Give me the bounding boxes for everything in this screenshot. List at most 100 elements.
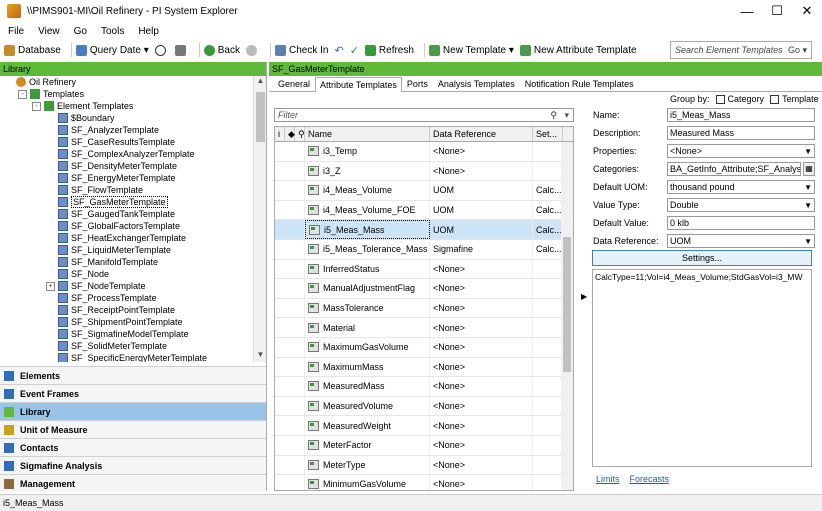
name-cell[interactable]: ManualAdjustmentFlag xyxy=(305,279,430,298)
settings-cell[interactable] xyxy=(533,279,563,298)
table-row[interactable]: MassTolerance <None> xyxy=(275,298,573,319)
tree-item[interactable]: SF_GasMeterTemplate xyxy=(0,196,253,208)
data-reference-cell[interactable]: <None> xyxy=(430,279,533,298)
data-reference-cell[interactable]: Sigmafine xyxy=(430,239,533,259)
tree-item[interactable]: SF_SpecificEnergyMeterTemplate xyxy=(0,352,253,362)
name-cell[interactable]: MeasuredWeight xyxy=(305,416,430,435)
table-row[interactable]: InferredStatus <None> xyxy=(275,259,573,280)
database-button[interactable]: Database xyxy=(4,44,61,56)
tree-item[interactable]: + SF_NodeTemplate xyxy=(0,280,253,292)
undo-button[interactable]: ↶ xyxy=(334,44,343,57)
name-cell[interactable]: i4_Meas_Volume xyxy=(305,181,430,200)
settings-cell[interactable] xyxy=(533,142,563,161)
tab-general[interactable]: General xyxy=(273,76,315,91)
settings-cell[interactable]: Calc... xyxy=(533,200,563,220)
maximize-button[interactable]: ☐ xyxy=(762,0,792,22)
limits-link[interactable]: Limits xyxy=(596,474,620,484)
default-uom-dropdown[interactable]: thousand pound ▼ xyxy=(667,180,815,194)
settings-cell[interactable]: Calc... xyxy=(533,239,563,259)
settings-cell[interactable] xyxy=(533,259,563,279)
splitter-collapse-icon[interactable]: ▶ xyxy=(581,292,587,301)
name-cell[interactable]: i3_Z xyxy=(305,161,430,181)
tree-item[interactable]: Oil Refinery xyxy=(0,76,253,88)
nav-uom[interactable]: Unit of Measure xyxy=(0,420,266,438)
tree-item[interactable]: SF_AnalyzerTemplate xyxy=(0,124,253,136)
close-button[interactable]: ✕ xyxy=(792,0,822,22)
filter-input[interactable]: Filter ⚲ ▾ xyxy=(274,108,574,122)
info-column-header[interactable]: i xyxy=(275,127,285,141)
name-column-header[interactable]: Name xyxy=(305,127,430,141)
data-reference-cell[interactable]: <None> xyxy=(430,161,533,181)
menu-tools[interactable]: Tools xyxy=(101,26,124,37)
nav-contacts[interactable]: Contacts xyxy=(0,438,266,456)
menu-help[interactable]: Help xyxy=(138,26,159,37)
settings-cell[interactable]: Calc... xyxy=(533,181,563,200)
config-string-box[interactable]: CalcType=11;Vol=i4_Meas_Volume;StdGasVol… xyxy=(592,269,812,467)
sort-column-header[interactable]: ◆ xyxy=(285,127,295,141)
settings-cell[interactable] xyxy=(533,396,563,416)
tab-ports[interactable]: Ports xyxy=(402,76,433,91)
name-cell[interactable]: MeterFactor xyxy=(305,435,430,455)
tab-analysis-templates[interactable]: Analysis Templates xyxy=(433,76,520,91)
name-cell[interactable]: MinimumGasVolume xyxy=(305,475,430,490)
description-field[interactable]: Measured Mass xyxy=(667,126,815,140)
menu-go[interactable]: Go xyxy=(74,26,87,37)
table-row[interactable]: MaximumMass <None> xyxy=(275,357,573,378)
name-cell[interactable]: MeasuredVolume xyxy=(305,396,430,416)
table-row[interactable]: i5_Meas_Mass UOM Calc... xyxy=(275,220,573,240)
data-reference-cell[interactable]: UOM xyxy=(430,220,533,239)
check-in-button[interactable]: Check In xyxy=(275,44,328,56)
name-field[interactable]: i5_Meas_Mass xyxy=(667,108,815,122)
nav-event-frames[interactable]: Event Frames xyxy=(0,384,266,402)
settings-column-header[interactable]: Set... xyxy=(533,127,563,141)
name-cell[interactable]: MeterType xyxy=(305,455,430,475)
grid-scrollbar[interactable] xyxy=(561,142,573,490)
data-reference-cell[interactable]: <None> xyxy=(430,337,533,357)
name-cell[interactable]: MaximumGasVolume xyxy=(305,337,430,357)
settings-button[interactable]: Settings... xyxy=(592,250,812,266)
tree-item[interactable]: SF_ProcessTemplate xyxy=(0,292,253,304)
data-reference-cell[interactable]: <None> xyxy=(430,455,533,475)
settings-cell[interactable] xyxy=(533,298,563,318)
data-reference-cell[interactable]: UOM xyxy=(430,200,533,220)
tree-item[interactable]: SF_EnergyMeterTemplate xyxy=(0,172,253,184)
nav-elements[interactable]: Elements xyxy=(0,366,266,384)
data-reference-cell[interactable]: <None> xyxy=(430,377,533,396)
table-row[interactable]: MaximumGasVolume <None> xyxy=(275,337,573,358)
minimize-button[interactable]: — xyxy=(732,0,762,22)
table-row[interactable]: i5_Meas_Tolerance_Mass Sigmafine Calc... xyxy=(275,239,573,260)
new-template-button[interactable]: New Template ▾ xyxy=(428,44,514,56)
tree-item[interactable]: SF_ManifoldTemplate xyxy=(0,256,253,268)
table-row[interactable]: MeasuredMass <None> xyxy=(275,377,573,397)
tree-item[interactable]: SF_FlowTemplate xyxy=(0,184,253,196)
expand-icon[interactable]: + xyxy=(46,281,55,291)
name-cell[interactable]: MaximumMass xyxy=(305,357,430,377)
tab-attribute-templates[interactable]: Attribute Templates xyxy=(315,77,402,92)
properties-dropdown[interactable]: <None> ▼ xyxy=(667,144,815,158)
table-row[interactable]: MeterFactor <None> xyxy=(275,435,573,456)
data-reference-cell[interactable]: UOM xyxy=(430,181,533,200)
table-row[interactable]: MinimumGasVolume <None> xyxy=(275,475,573,490)
key-column-header[interactable]: ⚲ xyxy=(295,127,305,141)
tab-notification-rule-templates[interactable]: Notification Rule Templates xyxy=(520,76,639,91)
back-button[interactable]: Back xyxy=(203,44,240,56)
tree-item[interactable]: SF_GlobalFactorsTemplate xyxy=(0,220,253,232)
settings-cell[interactable] xyxy=(533,357,563,377)
data-reference-cell[interactable]: <None> xyxy=(430,318,533,337)
tree-item[interactable]: SF_ShipmentPointTemplate xyxy=(0,316,253,328)
forecasts-link[interactable]: Forecasts xyxy=(630,474,670,484)
query-date-button[interactable]: Query Date ▾ xyxy=(75,44,149,56)
tree-item[interactable]: SF_SigmafineModelTemplate xyxy=(0,328,253,340)
grid-scroll-thumb[interactable] xyxy=(563,237,571,372)
table-row[interactable]: i4_Meas_Volume UOM Calc... xyxy=(275,181,573,201)
forward-button[interactable] xyxy=(246,44,260,56)
table-row[interactable]: MeasuredVolume <None> xyxy=(275,396,573,417)
apply-button[interactable]: ✓ xyxy=(350,44,359,57)
history-button[interactable] xyxy=(154,44,169,56)
tree-item[interactable]: - Templates xyxy=(0,88,253,100)
table-row[interactable]: MeterType <None> xyxy=(275,455,573,476)
data-reference-cell[interactable]: <None> xyxy=(430,435,533,455)
data-reference-cell[interactable]: <None> xyxy=(430,416,533,435)
table-row[interactable]: i3_Z <None> xyxy=(275,161,573,182)
name-cell[interactable]: i3_Temp xyxy=(305,142,430,161)
